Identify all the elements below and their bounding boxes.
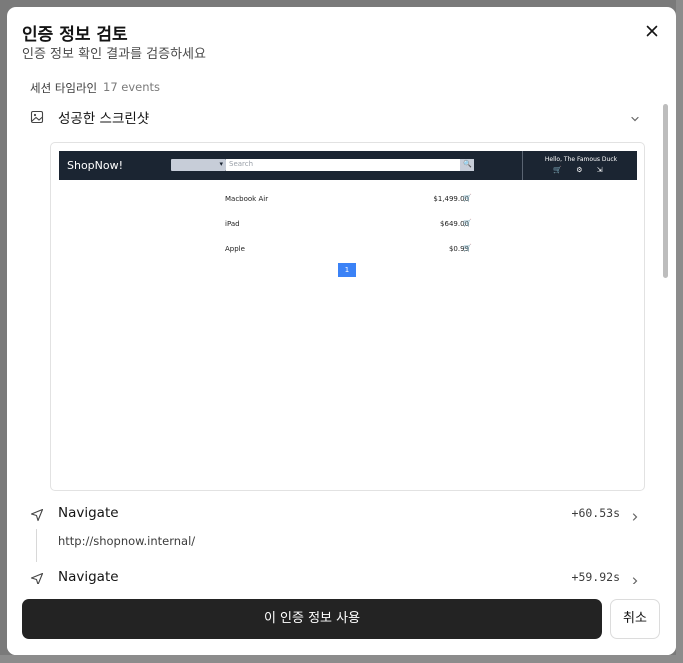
shot-product-price: $649.00 [440, 220, 469, 228]
credential-review-dialog: 인증 정보 검토 인증 정보 확인 결과를 검증하세요 세션 타임라인 17 e… [7, 7, 676, 655]
shot-product-name: iPad [225, 220, 240, 228]
dialog-subtitle: 인증 정보 확인 결과를 검증하세요 [22, 47, 206, 62]
event-url: http://shopnow.internal/ [58, 534, 196, 548]
cancel-button[interactable]: 취소 [610, 599, 660, 639]
chevron-right-icon[interactable] [629, 508, 641, 521]
chevron-right-icon[interactable] [629, 572, 641, 584]
timeline-event-count: 17 events [103, 80, 161, 94]
event-title: Navigate [58, 569, 119, 584]
cart-icon: 🛒 [463, 219, 472, 227]
backdrop-right [676, 0, 683, 663]
scrollbar[interactable] [661, 104, 669, 584]
backdrop-bottom [0, 655, 683, 663]
scrollbar-thumb[interactable] [663, 104, 668, 278]
shot-search-button: 🔍 [460, 159, 474, 171]
shot-nav-divider [522, 151, 523, 180]
shot-product-name: Apple [225, 245, 245, 253]
shot-navbar: ShopNow! ▾ Search 🔍 Hello, The Famous Du… [59, 151, 637, 180]
dialog-title: 인증 정보 검토 [22, 25, 128, 45]
shot-nav-icons: 🛒 ⚙ ⇲ [553, 166, 609, 174]
shot-pagination-page: 1 [338, 263, 356, 277]
dialog-footer: 이 인증 정보 사용 취소 [7, 585, 676, 655]
event-timestamp: +60.53s [571, 506, 620, 520]
shot-category-select: ▾ [171, 159, 226, 171]
timeline-scroll-area[interactable]: 성공한 스크린샷 ShopNow! ▾ Search 🔍 Hello, The … [22, 104, 662, 584]
shot-product-name: Macbook Air [225, 195, 269, 203]
shot-logo: ShopNow! [67, 159, 124, 172]
shot-product-price: $0.99 [448, 245, 469, 253]
screenshot-preview: ShopNow! ▾ Search 🔍 Hello, The Famous Du… [50, 142, 645, 491]
chevron-down-icon: ▾ [219, 160, 223, 168]
search-icon: 🔍 [463, 160, 472, 168]
shot-search-placeholder: Search [229, 160, 254, 168]
timeline-event-screenshot[interactable]: 성공한 스크린샷 [22, 104, 647, 130]
event-title: Navigate [58, 505, 119, 521]
timeline-header: 세션 타임라인 [30, 81, 98, 95]
shot-product-row: Apple $0.99 🛒 [225, 244, 485, 259]
shot-product-row: Macbook Air $1,499.00 🛒 [225, 194, 485, 209]
event-timestamp: +59.92s [571, 570, 620, 584]
timeline-event-navigate[interactable]: Navigate +60.53s [22, 502, 647, 528]
cart-icon: 🛒 [463, 244, 472, 252]
shot-product-row: iPad $649.00 🛒 [225, 219, 485, 234]
close-icon [646, 25, 658, 37]
navigate-icon [30, 571, 44, 584]
timeline-event-navigate[interactable]: Navigate +59.92s [22, 566, 647, 584]
close-button[interactable] [642, 21, 662, 41]
shot-product-price: $1,499.00 [433, 195, 469, 203]
cart-icon: 🛒 [463, 194, 472, 202]
timeline-connector [36, 529, 37, 562]
chevron-down-icon[interactable] [629, 110, 641, 122]
navigate-icon [30, 507, 44, 522]
image-icon [30, 109, 44, 124]
event-title: 성공한 스크린샷 [58, 111, 150, 127]
use-credential-button[interactable]: 이 인증 정보 사용 [22, 599, 602, 639]
shot-search-input: Search [226, 159, 460, 171]
shot-greeting: Hello, The Famous Duck [544, 156, 618, 163]
